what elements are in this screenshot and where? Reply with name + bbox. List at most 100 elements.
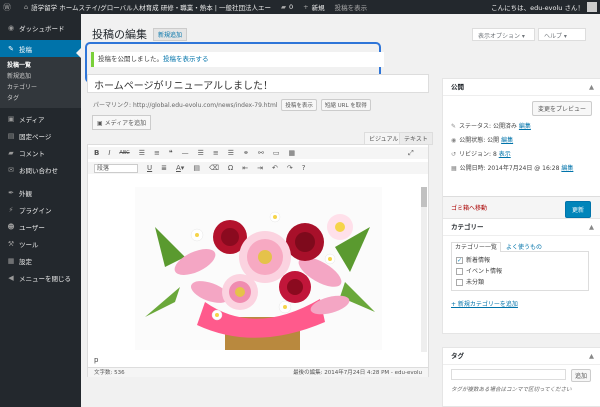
comment-icon[interactable]: ▰: [281, 3, 286, 11]
indent-icon[interactable]: ⇥: [257, 164, 263, 172]
menu-settings[interactable]: ▦ 設定: [0, 252, 81, 269]
greeting[interactable]: こんにちは、edu-evolu さん！: [491, 2, 584, 12]
new-content-link[interactable]: 新規: [312, 2, 325, 12]
notice-text: 投稿を公開しました。: [98, 55, 163, 63]
menu-collapse[interactable]: ◀ メニューを閉じる: [0, 269, 81, 286]
move-to-trash-link[interactable]: ゴミ箱へ移動: [451, 203, 487, 212]
editor-scrollbar[interactable]: [421, 187, 427, 352]
visibility-row: ◉ 公開状態: 公開 編集: [443, 134, 600, 148]
permalink-url[interactable]: http://global.edu-evolu.com/news/index-7…: [133, 102, 278, 109]
redo-icon[interactable]: ↷: [287, 164, 293, 172]
categories-box-header[interactable]: カテゴリー ▲: [443, 219, 600, 236]
italic-icon[interactable]: I: [108, 149, 110, 157]
align-left-icon[interactable]: ☰: [198, 149, 204, 157]
text-color-icon[interactable]: A▾: [176, 164, 184, 172]
publish-box-header[interactable]: 公開 ▲: [443, 79, 600, 96]
add-media-button[interactable]: ▣ メディアを追加: [92, 115, 152, 130]
undo-icon[interactable]: ↶: [272, 164, 278, 172]
add-category-link[interactable]: + 新規カテゴリーを追加: [451, 299, 600, 308]
site-name-link[interactable]: 語学留学 ホームステイ/グローバル人材育成 研修・職業・熱本 | 一般社団法人エ…: [31, 2, 271, 12]
menu-media[interactable]: ▣ メディア: [0, 110, 81, 127]
checkbox[interactable]: [456, 279, 463, 286]
preview-changes-button[interactable]: 変更をプレビュー: [531, 101, 592, 116]
format-select[interactable]: 段落: [94, 163, 138, 173]
tags-box-header[interactable]: タグ ▲: [443, 348, 600, 365]
media-icon: ▣: [7, 114, 15, 123]
comment-count: 0: [289, 3, 294, 11]
submenu-tags[interactable]: タグ: [0, 93, 81, 104]
add-new-button[interactable]: 新規追加: [153, 28, 188, 41]
menu-label: メニューを閉じる: [19, 274, 71, 283]
help-button[interactable]: ヘルプ ▾: [538, 28, 586, 41]
outdent-icon[interactable]: ⇤: [242, 164, 248, 172]
edit-status-link[interactable]: 編集: [519, 123, 531, 130]
menu-comments[interactable]: ▰ コメント: [0, 144, 81, 161]
edit-date-link[interactable]: 編集: [561, 165, 573, 172]
wordpress-logo-icon[interactable]: Ⓦ: [0, 2, 14, 13]
tab-most-used[interactable]: よく使うもの: [506, 244, 542, 251]
flower-bouquet-image[interactable]: [135, 187, 382, 350]
status-row: ✎ ステータス: 公開済み 編集: [443, 120, 600, 134]
publish-notice: 投稿を公開しました。投稿を表示する: [91, 52, 384, 67]
last-edited: 最後の編集: 2014年7月24日 4:28 PM - edu-evolu: [293, 370, 422, 376]
menu-plugins[interactable]: ⚡ プラグイン: [0, 201, 81, 218]
category-item[interactable]: 未分類: [456, 277, 584, 288]
tag-input[interactable]: [451, 369, 566, 380]
bold-icon[interactable]: B: [94, 149, 99, 157]
menu-appearance[interactable]: ✒ 外観: [0, 184, 81, 201]
scrollbar-thumb[interactable]: [421, 187, 427, 207]
underline-icon[interactable]: U: [147, 164, 152, 172]
update-button[interactable]: 更新: [564, 201, 591, 218]
toolbar-toggle-icon[interactable]: ▦: [288, 149, 295, 157]
view-post-link[interactable]: 投稿を表示する: [163, 55, 209, 63]
clear-formatting-icon[interactable]: ⌫: [209, 164, 219, 172]
help-icon[interactable]: ?: [302, 164, 306, 172]
category-item[interactable]: ✓ 新着情報: [456, 255, 584, 266]
menu-posts[interactable]: ✎ 投稿: [0, 40, 81, 57]
toggle-arrow-icon[interactable]: ▲: [589, 348, 594, 365]
word-count: 文字数: 536: [94, 370, 125, 376]
submenu-categories[interactable]: カテゴリー: [0, 82, 81, 93]
strikethrough-icon[interactable]: ABC: [119, 150, 129, 156]
paste-text-icon[interactable]: ▤: [193, 164, 200, 172]
toggle-arrow-icon[interactable]: ▲: [589, 79, 594, 96]
edit-visibility-link[interactable]: 編集: [501, 137, 513, 144]
category-item[interactable]: イベント情報: [456, 266, 584, 277]
view-post-button[interactable]: 投稿を表示: [281, 99, 317, 111]
fullscreen-icon[interactable]: ⤢: [408, 149, 414, 158]
tab-all-categories[interactable]: カテゴリー一覧: [451, 242, 502, 252]
menu-users[interactable]: ☻ ユーザー: [0, 218, 81, 235]
menu-tools[interactable]: ⚒ ツール: [0, 235, 81, 252]
checkbox-checked[interactable]: ✓: [456, 257, 463, 264]
main-content: 投稿の編集 新規追加 表示オプション ▾ ヘルプ ▾ 投稿を公開しました。投稿を…: [81, 14, 600, 407]
view-post-link[interactable]: 投稿を表示: [335, 2, 368, 12]
menu-pages[interactable]: ▤ 固定ページ: [0, 127, 81, 144]
checkbox[interactable]: [456, 268, 463, 275]
post-title-input[interactable]: ホームページがリニューアルしました！: [87, 74, 429, 93]
special-character-icon[interactable]: Ω: [228, 164, 233, 172]
screen-options-button[interactable]: 表示オプション ▾: [472, 28, 535, 41]
blockquote-icon[interactable]: ❝: [169, 149, 173, 157]
submenu-all-posts[interactable]: 投稿一覧: [0, 60, 81, 71]
menu-label: ツール: [19, 240, 39, 249]
numbered-list-icon[interactable]: ≡: [154, 149, 160, 157]
add-tag-button[interactable]: 追加: [571, 369, 592, 382]
bullet-list-icon[interactable]: ☰: [139, 149, 145, 157]
align-center-icon[interactable]: ≡: [213, 149, 219, 157]
align-right-icon[interactable]: ☰: [228, 149, 234, 157]
menu-contact[interactable]: ✉ お問い合わせ: [0, 161, 81, 178]
view-revisions-link[interactable]: 表示: [499, 151, 511, 158]
more-tag-icon[interactable]: ▭: [273, 149, 280, 157]
tags-box: タグ ▲ 追加 タグが複数ある場合はコンマで区切ってください: [442, 347, 600, 407]
unlink-icon[interactable]: ⚯: [258, 149, 264, 157]
toggle-arrow-icon[interactable]: ▲: [589, 219, 594, 236]
justify-icon[interactable]: ≣: [161, 164, 167, 172]
menu-label: 設定: [19, 257, 32, 266]
menu-dashboard[interactable]: ◉ ダッシュボード: [0, 19, 81, 36]
admin-sidebar: ◉ ダッシュボード ✎ 投稿 投稿一覧 新規追加 カテゴリー タグ ▣ メディア ▤ 固…: [0, 14, 81, 407]
get-shortlink-button[interactable]: 短縮 URL を取得: [320, 99, 371, 111]
avatar[interactable]: [587, 2, 597, 12]
link-icon[interactable]: ⚭: [243, 149, 249, 157]
submenu-add-new[interactable]: 新規追加: [0, 71, 81, 82]
horizontal-line-icon[interactable]: —: [182, 149, 189, 157]
